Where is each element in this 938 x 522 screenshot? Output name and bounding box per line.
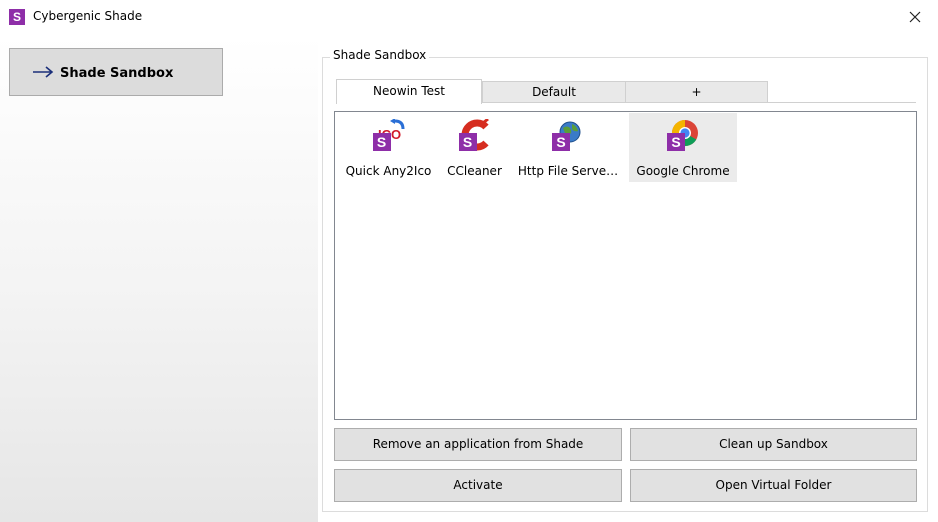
open-virtual-folder-button[interactable]: Open Virtual Folder bbox=[630, 469, 917, 502]
app-list: ICO S Quick Any2Ico S CCleaner bbox=[334, 111, 917, 420]
shade-badge-icon: S bbox=[458, 133, 477, 151]
app-item-http-file-server[interactable]: S Http File Serve… bbox=[511, 113, 625, 182]
close-icon bbox=[909, 11, 921, 23]
title-bar: S Cybergenic Shade bbox=[0, 0, 938, 34]
shade-badge-icon: S bbox=[372, 133, 391, 151]
window-title: Cybergenic Shade bbox=[33, 9, 143, 23]
shade-app-icon: S bbox=[9, 9, 25, 25]
activate-button[interactable]: Activate bbox=[334, 469, 622, 502]
http-file-server-icon: S bbox=[552, 119, 584, 151]
app-label: Quick Any2Ico bbox=[345, 164, 432, 178]
group-legend: Shade Sandbox bbox=[330, 48, 430, 62]
sidebar: Shade Sandbox bbox=[0, 35, 318, 522]
app-item-ccleaner[interactable]: S CCleaner bbox=[439, 113, 510, 182]
shade-badge-icon: S bbox=[667, 133, 685, 151]
app-label: Http File Serve… bbox=[517, 164, 619, 178]
any2ico-icon: ICO S bbox=[372, 119, 405, 151]
app-item-quick-any2ico[interactable]: ICO S Quick Any2Ico bbox=[338, 113, 439, 182]
ccleaner-icon: S bbox=[458, 119, 491, 151]
app-label: CCleaner bbox=[447, 164, 502, 178]
clean-up-sandbox-button[interactable]: Clean up Sandbox bbox=[630, 428, 917, 461]
app-label: Google Chrome bbox=[636, 164, 730, 178]
google-chrome-icon: S bbox=[667, 119, 699, 151]
tab-default[interactable]: Default bbox=[482, 81, 626, 102]
sidebar-item-label: Shade Sandbox bbox=[60, 66, 174, 81]
remove-application-button[interactable]: Remove an application from Shade bbox=[334, 428, 622, 461]
close-button[interactable] bbox=[892, 0, 938, 34]
app-item-google-chrome[interactable]: S Google Chrome bbox=[629, 113, 737, 182]
sidebar-item-shade-sandbox[interactable]: Shade Sandbox bbox=[9, 48, 223, 96]
tab-add[interactable]: + bbox=[625, 81, 768, 102]
tab-neowin-test[interactable]: Neowin Test bbox=[336, 79, 482, 104]
arrow-right-icon bbox=[33, 66, 54, 78]
shade-badge-icon: S bbox=[552, 133, 570, 151]
